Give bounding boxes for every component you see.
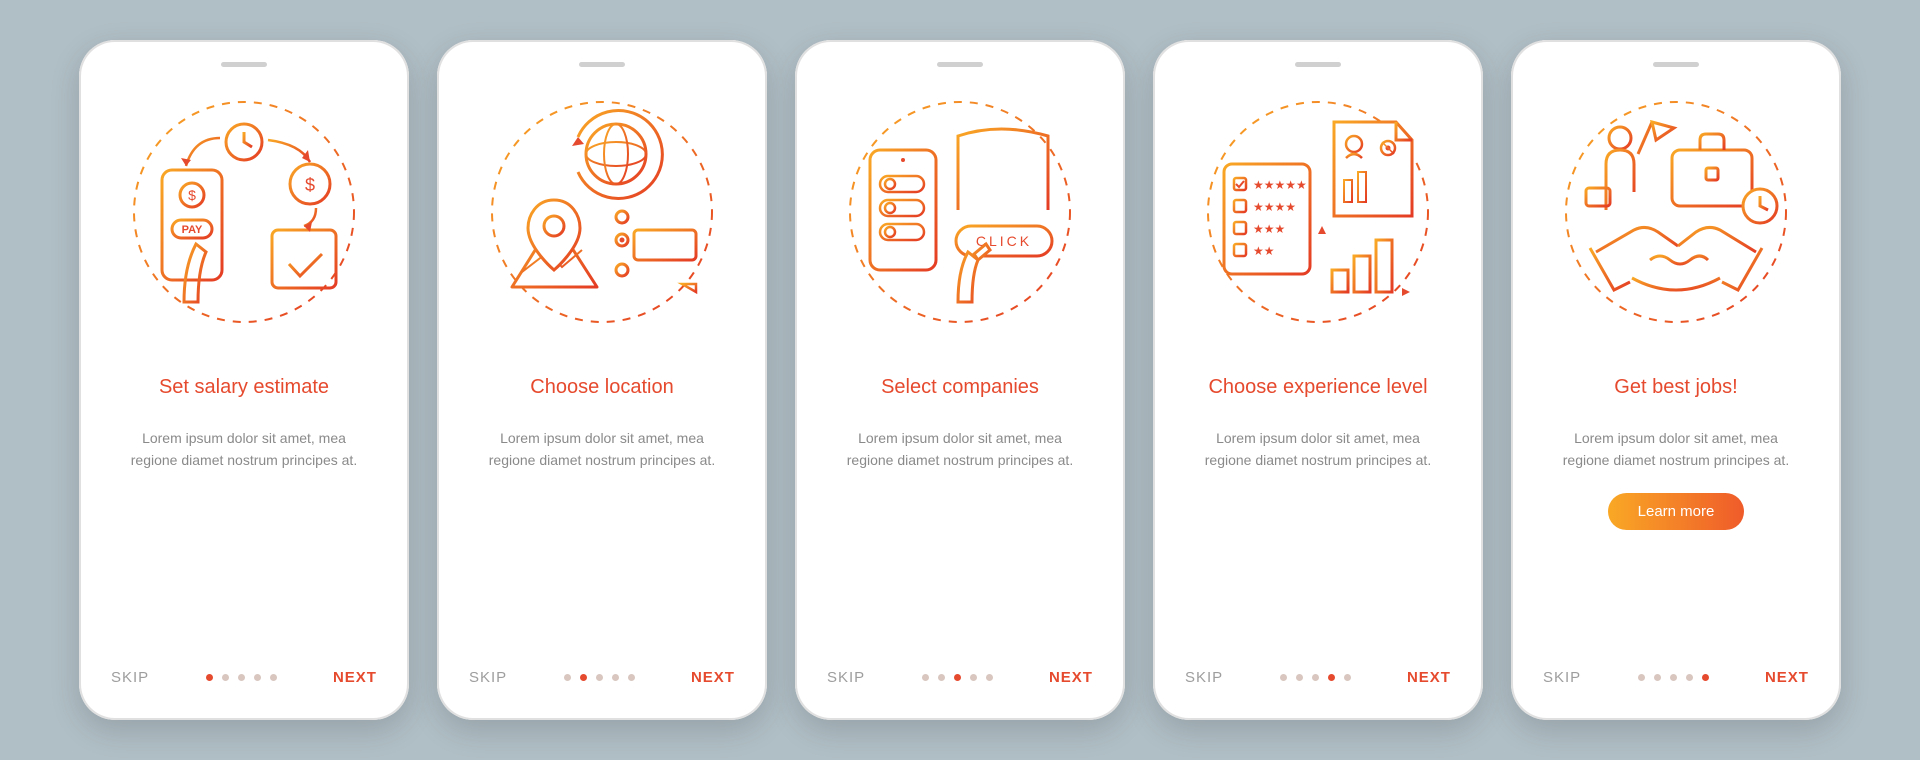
dot [238, 674, 245, 681]
screen-description: Lorem ipsum dolor sit amet, mea regione … [477, 428, 727, 471]
skip-button[interactable]: SKIP [111, 669, 149, 686]
resume-document-icon [1334, 122, 1412, 216]
dot [1686, 674, 1693, 681]
page-indicator [1638, 674, 1709, 681]
dot [222, 674, 229, 681]
screen-description: Lorem ipsum dolor sit amet, mea regione … [1551, 428, 1801, 471]
dot [1280, 674, 1287, 681]
location-illustration [482, 92, 722, 332]
svg-text:★★★★★: ★★★★★ [1253, 178, 1307, 192]
screen-title: Select companies [881, 360, 1039, 414]
dot [938, 674, 945, 681]
next-button[interactable]: NEXT [1049, 669, 1093, 686]
dot [1654, 674, 1661, 681]
dot [1344, 674, 1351, 681]
rating-card-icon: ★★★★★ ★★★★ ★★★ ★★ [1224, 164, 1310, 274]
phone-screen-5: Get best jobs! Lorem ipsum dolor sit ame… [1511, 40, 1841, 720]
dot [922, 674, 929, 681]
options-list-icon [616, 211, 696, 292]
dot [954, 674, 961, 681]
phone-screen-3: CLICK Select companies Lorem ipsum dolor… [795, 40, 1125, 720]
map-pin-icon [512, 200, 597, 287]
phone-screen-4: ★★★★★ ★★★★ ★★★ ★★ [1153, 40, 1483, 720]
svg-text:★★★★: ★★★★ [1253, 200, 1296, 214]
skip-button[interactable]: SKIP [1185, 669, 1223, 686]
screen-footer: SKIP NEXT [1185, 649, 1451, 686]
building-icon [954, 129, 1054, 210]
screen-title: Set salary estimate [159, 360, 329, 414]
clock-icon [1743, 189, 1777, 223]
dot [254, 674, 261, 681]
salary-illustration: $ PAY $ [124, 92, 364, 332]
screen-title: Choose location [530, 360, 673, 414]
page-indicator [1280, 674, 1351, 681]
dot [986, 674, 993, 681]
next-button[interactable]: NEXT [333, 669, 377, 686]
clock-icon [226, 124, 262, 160]
page-indicator [206, 674, 277, 681]
dot [1312, 674, 1319, 681]
dot [628, 674, 635, 681]
jobs-illustration [1556, 92, 1796, 332]
dot [564, 674, 571, 681]
screen-footer: SKIP NEXT [827, 649, 1093, 686]
skip-button[interactable]: SKIP [469, 669, 507, 686]
experience-illustration: ★★★★★ ★★★★ ★★★ ★★ [1198, 92, 1438, 332]
screen-footer: SKIP NEXT [469, 649, 735, 686]
phone-screen-2: Choose location Lorem ipsum dolor sit am… [437, 40, 767, 720]
phone-screen-1: $ PAY $ [79, 40, 409, 720]
dot [1638, 674, 1645, 681]
dot [1328, 674, 1335, 681]
dot [612, 674, 619, 681]
svg-text:★★: ★★ [1253, 244, 1275, 258]
handshake-icon [1590, 227, 1762, 290]
screen-title: Choose experience level [1208, 360, 1427, 414]
screen-footer: SKIP NEXT [1543, 649, 1809, 686]
onboarding-stage: $ PAY $ [49, 0, 1871, 760]
next-button[interactable]: NEXT [1765, 669, 1809, 686]
dot [970, 674, 977, 681]
person-flag-icon [1586, 122, 1674, 210]
page-indicator [564, 674, 635, 681]
svg-text:PAY: PAY [182, 224, 203, 236]
svg-text:$: $ [305, 175, 315, 195]
screen-description: Lorem ipsum dolor sit amet, mea regione … [119, 428, 369, 471]
dot [1670, 674, 1677, 681]
companies-illustration: CLICK [840, 92, 1080, 332]
screen-footer: SKIP NEXT [111, 649, 377, 686]
skip-button[interactable]: SKIP [827, 669, 865, 686]
coin-icon: $ [290, 164, 330, 204]
svg-text:★★★: ★★★ [1253, 222, 1285, 236]
bar-chart-icon [1318, 226, 1410, 296]
page-indicator [922, 674, 993, 681]
phone-list-icon [870, 150, 936, 270]
dot [206, 674, 213, 681]
dot [1296, 674, 1303, 681]
screen-title: Get best jobs! [1614, 360, 1737, 414]
globe-icon [572, 111, 662, 199]
dot [596, 674, 603, 681]
screen-description: Lorem ipsum dolor sit amet, mea regione … [1193, 428, 1443, 471]
dot [1702, 674, 1709, 681]
screen-description: Lorem ipsum dolor sit amet, mea regione … [835, 428, 1085, 471]
dot [270, 674, 277, 681]
learn-more-button[interactable]: Learn more [1608, 493, 1745, 530]
phone-pay-icon: $ PAY [162, 170, 222, 302]
next-button[interactable]: NEXT [691, 669, 735, 686]
skip-button[interactable]: SKIP [1543, 669, 1581, 686]
calendar-check-icon [272, 230, 336, 288]
briefcase-icon [1672, 134, 1752, 206]
next-button[interactable]: NEXT [1407, 669, 1451, 686]
dot [580, 674, 587, 681]
svg-text:$: $ [188, 187, 196, 203]
